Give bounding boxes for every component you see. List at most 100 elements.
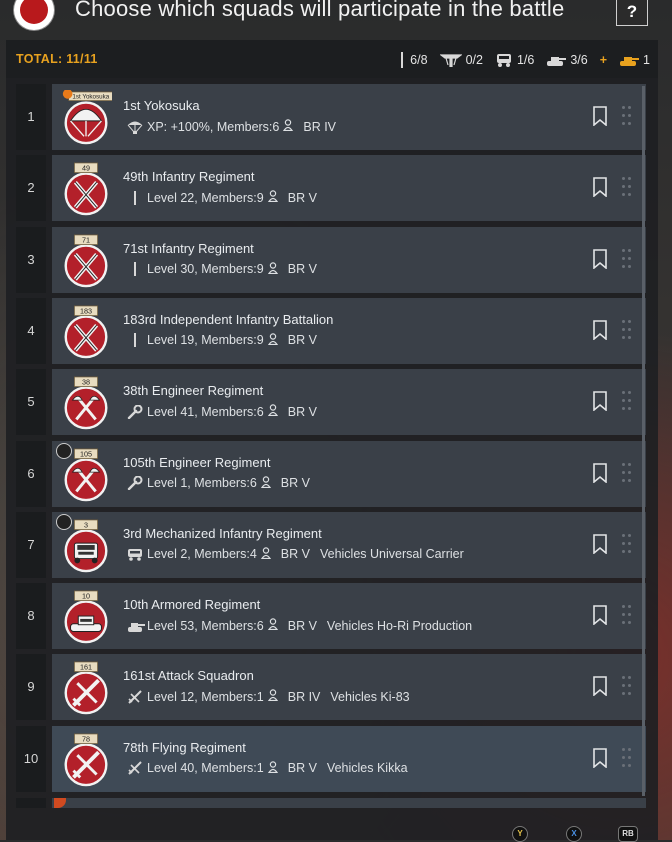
squad-name: 38th Engineer Regiment xyxy=(123,383,264,399)
squad-level-members: Level 22, Members:9 xyxy=(147,190,264,205)
squad-card[interactable]: 78 78th Flying Regiment Level 40, Members:… xyxy=(52,725,646,792)
squad-row[interactable]: 8 10 10th Armored Regiment Level 53, Member… xyxy=(16,583,648,650)
squad-name: 71st Infantry Regiment xyxy=(123,240,254,256)
bookmark-icon[interactable] xyxy=(592,533,608,555)
squad-row[interactable]: 7 3 3rd Mechanized Infantry Regiment Level … xyxy=(16,511,648,578)
row-number-partial xyxy=(16,798,46,808)
drag-handle-icon[interactable] xyxy=(622,389,634,413)
person-icon xyxy=(267,404,278,419)
squad-name: 161st Attack Squadron xyxy=(123,668,254,684)
squad-vehicles: Vehicles Kikka xyxy=(326,761,408,776)
row-number: 6 xyxy=(16,440,46,507)
squad-name: 10th Armored Regiment xyxy=(123,597,261,613)
person-icon xyxy=(267,618,278,633)
drag-handle-icon[interactable] xyxy=(622,461,634,485)
battle-rating: BR V xyxy=(287,190,317,205)
vehicle-count-value: 1/6 xyxy=(516,53,535,67)
svg-text:183: 183 xyxy=(80,307,92,316)
bookmark-icon[interactable] xyxy=(592,747,608,769)
squad-emblem: 161 xyxy=(60,660,112,716)
person-icon xyxy=(267,333,278,348)
squad-card[interactable]: 49 49th Infantry Regiment Level 22, Member… xyxy=(52,155,646,222)
squad-info: Level 30, Members:9 BR V xyxy=(127,261,317,277)
drag-handle-icon[interactable] xyxy=(622,532,634,556)
faction-logo xyxy=(14,0,54,30)
squad-row[interactable]: 1 1st Yokosuka 1st Yokosuka XP: +100%, Memb… xyxy=(16,84,648,150)
squad-vehicles: Vehicles Universal Carrier xyxy=(319,547,464,562)
squad-info: Level 19, Members:9 BR V xyxy=(127,333,317,348)
drag-handle-icon[interactable] xyxy=(622,104,634,128)
battle-rating: BR IV xyxy=(287,689,321,704)
unit-counts: 6/8 0/2 1/6 3/6 + 1 xyxy=(392,52,650,68)
drag-handle-icon[interactable] xyxy=(622,318,634,342)
squad-level-members: Level 19, Members:9 xyxy=(147,333,264,348)
tank-icon xyxy=(547,57,567,66)
wrench-icon xyxy=(127,475,143,491)
page-title: Choose which squads will participate in … xyxy=(75,0,565,21)
squad-name: 1st Yokosuka xyxy=(123,98,200,113)
squad-info: Level 41, Members:6 BR V xyxy=(127,404,317,419)
help-button[interactable]: ? xyxy=(616,0,648,26)
squad-card[interactable]: 71 71st Infantry Regiment Level 30, Member… xyxy=(52,226,646,293)
paratrooper-count: 0/2 xyxy=(439,53,483,67)
drag-handle-icon[interactable] xyxy=(622,247,634,271)
bookmark-icon[interactable] xyxy=(592,248,608,270)
bonus-tank-count: 1 xyxy=(619,53,650,67)
squad-row[interactable]: 9 161 161st Attack Squadron Level 12, Membe… xyxy=(16,654,648,721)
squad-row[interactable]: 5 38 38th Engineer Regiment Level 41, Membe… xyxy=(16,369,648,436)
bookmark-icon[interactable] xyxy=(592,106,608,127)
row-number: 9 xyxy=(16,654,46,721)
person-icon xyxy=(283,119,294,134)
squad-card[interactable]: 161 161st Attack Squadron Level 12, Member… xyxy=(52,654,646,721)
drag-handle-icon[interactable] xyxy=(622,603,634,627)
squad-card[interactable]: 105 105th Engineer Regiment Level 1, Membe… xyxy=(52,440,646,507)
squad-emblem: 1st Yokosuka xyxy=(60,89,114,146)
squad-level-members: Level 53, Members:6 xyxy=(147,618,264,633)
vehicle-count: 1/6 xyxy=(495,53,534,67)
row-number: 5 xyxy=(16,369,46,436)
tank-icon xyxy=(127,619,145,633)
bookmark-icon[interactable] xyxy=(592,391,608,412)
squad-row[interactable]: 10 78 78th Flying Regiment Level 40, Member… xyxy=(16,725,648,792)
squad-level-members: Level 30, Members:9 xyxy=(147,262,264,277)
bookmark-icon[interactable] xyxy=(592,676,608,698)
squad-level-members: Level 1, Members:6 xyxy=(147,476,257,490)
paratrooper-count-value: 0/2 xyxy=(465,53,483,67)
squad-name: 183rd Independent Infantry Battalion xyxy=(123,311,334,327)
squad-info: Level 1, Members:6 BR V xyxy=(127,475,310,491)
squad-emblem: 78 xyxy=(60,732,112,788)
bookmark-icon[interactable] xyxy=(592,605,608,626)
squad-card[interactable]: 1st Yokosuka 1st Yokosuka XP: +100%, Membe… xyxy=(52,84,646,150)
header: Choose which squads will participate in … xyxy=(0,0,672,40)
bookmark-icon[interactable] xyxy=(592,320,608,341)
squad-card[interactable]: 10 10th Armored Regiment Level 53, Members… xyxy=(52,583,646,650)
battle-rating: BR IV xyxy=(303,119,337,134)
squad-row-partial xyxy=(16,798,648,808)
bookmark-icon[interactable] xyxy=(592,177,608,199)
squad-row[interactable]: 2 49 49th Infantry Regiment Level 22, Membe… xyxy=(16,155,648,222)
squad-card[interactable]: 183 183rd Independent Infantry Battalion L… xyxy=(52,297,646,364)
row-number: 8 xyxy=(16,583,46,650)
squad-card-partial xyxy=(52,798,646,808)
scrollbar[interactable] xyxy=(642,86,645,796)
svg-text:1st Yokosuka: 1st Yokosuka xyxy=(72,94,109,101)
drag-handle-icon[interactable] xyxy=(622,674,634,698)
wrench-icon xyxy=(127,404,143,419)
battle-rating: BR V xyxy=(280,476,310,490)
svg-text:71: 71 xyxy=(82,235,90,244)
totals-bar: TOTAL: 11/11 6/8 0/2 1/6 3/6 + 1 xyxy=(6,40,658,78)
drag-handle-icon[interactable] xyxy=(622,746,634,770)
squad-card[interactable]: 3 3rd Mechanized Infantry Regiment Level 2… xyxy=(52,511,646,578)
squad-card[interactable]: 38 38th Engineer Regiment Level 41, Member… xyxy=(52,369,646,436)
drag-handle-icon[interactable] xyxy=(622,175,634,199)
squad-name: 3rd Mechanized Infantry Regiment xyxy=(123,525,322,541)
squad-row[interactable]: 4 183 183rd Independent Infantry Battalion… xyxy=(16,297,648,364)
row-number: 2 xyxy=(16,155,46,222)
bookmark-icon[interactable] xyxy=(592,462,608,484)
squad-row[interactable]: 3 71 71st Infantry Regiment Level 30, Membe… xyxy=(16,226,648,293)
svg-text:78: 78 xyxy=(82,734,90,743)
svg-text:38: 38 xyxy=(82,378,90,387)
squad-info: XP: +100%, Members:6 BR IV xyxy=(127,119,336,134)
squad-row[interactable]: 6 105 105th Engineer Regiment Level 1, Memb… xyxy=(16,440,648,507)
rifle-icon xyxy=(127,333,143,348)
